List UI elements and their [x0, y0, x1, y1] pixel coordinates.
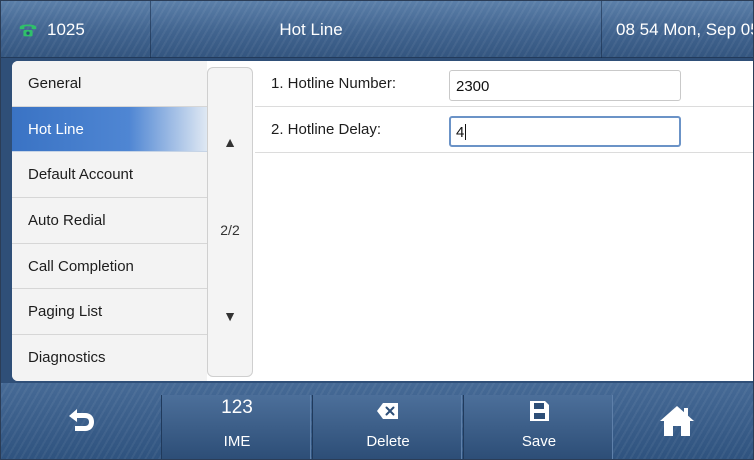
back-arrow-icon[interactable] [61, 405, 101, 437]
scroll-down-arrow-icon[interactable]: ▼ [208, 308, 252, 324]
phone-handset-icon [19, 24, 37, 36]
sidebar-item-label: Diagnostics [28, 349, 106, 367]
sidebar-item-paging-list[interactable]: Paging List [12, 289, 207, 336]
text-caret [465, 124, 467, 140]
hotline-number-value: 2300 [456, 78, 490, 95]
sidebar-item-auto-redial[interactable]: Auto Redial [12, 198, 207, 244]
sidebar-item-diagnostics[interactable]: Diagnostics [12, 335, 207, 381]
floppy-disk-icon [530, 401, 549, 421]
sidebar-item-label: Default Account [28, 166, 134, 184]
ime-label: IME [223, 433, 251, 450]
sidebar-item-hot-line[interactable]: Hot Line [12, 106, 207, 153]
settings-form: 1. Hotline Number: 2300 2. Hotline Delay… [255, 61, 753, 381]
content-panel: General Hot Line Default Account Auto Re… [12, 61, 753, 381]
hotline-delay-label: 2. Hotline Delay: [271, 121, 382, 138]
account-number: 1025 [47, 19, 85, 39]
page-scroller: ▲ 2/2 ▼ [207, 67, 253, 377]
hotline-delay-row: 2. Hotline Delay: 4 [255, 107, 753, 153]
page-indicator: 2/2 [220, 222, 240, 238]
backspace-icon [377, 403, 398, 419]
page-title: Hot Line [279, 19, 343, 39]
save-label: Save [521, 433, 557, 450]
scroll-up-arrow-icon[interactable]: ▲ [208, 134, 252, 150]
hotline-number-row: 1. Hotline Number: 2300 [255, 61, 753, 107]
sidebar-item-label: Hot Line [28, 120, 84, 138]
sidebar-item-label: General [28, 74, 82, 92]
delete-label: Delete [366, 433, 410, 450]
sidebar-item-label: Auto Redial [28, 211, 106, 229]
sidebar-item-label: Call Completion [28, 257, 134, 275]
save-button[interactable]: Save [463, 395, 613, 459]
home-icon[interactable] [657, 403, 697, 439]
phone-screen: 1025 Hot Line 08 54 Mon, Sep 05 General … [0, 0, 754, 460]
sidebar-menu: General Hot Line Default Account Auto Re… [12, 61, 207, 381]
ime-mode: 123 [221, 397, 253, 418]
sidebar-item-label: Paging List [28, 303, 103, 321]
date-time: 08 54 Mon, Sep 05 [601, 1, 753, 58]
sidebar-item-call-completion[interactable]: Call Completion [12, 244, 207, 290]
sidebar-item-general[interactable]: General [12, 61, 207, 107]
softkey-bar: 123 IME Delete Save [1, 383, 753, 459]
hotline-number-label: 1. Hotline Number: [271, 75, 397, 92]
hotline-delay-input[interactable]: 4 [449, 116, 681, 147]
status-header: 1025 Hot Line 08 54 Mon, Sep 05 [1, 1, 753, 58]
delete-button[interactable]: Delete [312, 395, 462, 459]
account-indicator[interactable]: 1025 [1, 1, 151, 58]
hotline-number-input[interactable]: 2300 [449, 70, 681, 101]
ime-button[interactable]: 123 IME [161, 395, 311, 459]
sidebar-item-default-account[interactable]: Default Account [12, 152, 207, 199]
hotline-delay-value: 4 [456, 124, 465, 141]
